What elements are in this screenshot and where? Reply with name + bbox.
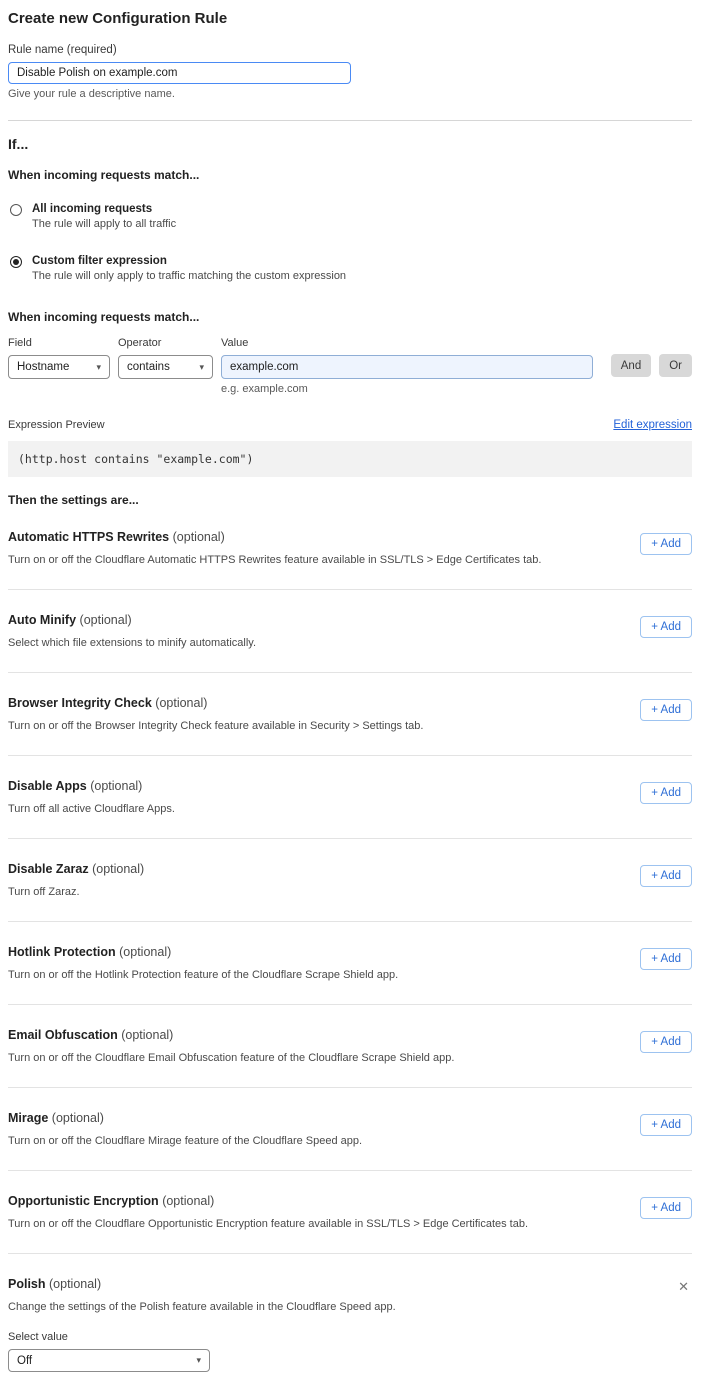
builder-heading: When incoming requests match... (8, 310, 692, 324)
chevron-down-icon: ▾ (196, 1355, 201, 1366)
then-settings-heading: Then the settings are... (8, 493, 692, 507)
setting-automatic-https-rewrites: Automatic HTTPS Rewrites (optional) Turn… (8, 507, 692, 590)
optional-tag: (optional) (121, 1028, 173, 1042)
add-button[interactable]: + Add (640, 699, 692, 721)
operator-select[interactable]: contains ▾ (118, 355, 213, 379)
setting-name: Disable Zaraz (8, 862, 89, 876)
operator-label: Operator (118, 337, 213, 349)
divider (8, 120, 692, 121)
setting-description: Turn on or off the Hotlink Protection fe… (8, 969, 692, 981)
expression-preview-label: Expression Preview (8, 419, 105, 431)
select-value-label: Select value (8, 1331, 692, 1343)
optional-tag: (optional) (173, 530, 225, 544)
create-configuration-rule-page: Create new Configuration Rule Rule name … (0, 0, 705, 1384)
add-button[interactable]: + Add (640, 865, 692, 887)
add-button[interactable]: + Add (640, 616, 692, 638)
radio-custom-filter-expression[interactable]: Custom filter expression The rule will o… (8, 255, 692, 282)
optional-tag: (optional) (155, 696, 207, 710)
setting-name: Hotlink Protection (8, 945, 116, 959)
setting-disable-zaraz: Disable Zaraz (optional) Turn off Zaraz.… (8, 839, 692, 922)
and-button[interactable]: And (611, 354, 651, 377)
optional-tag: (optional) (90, 779, 142, 793)
value-helper: e.g. example.com (221, 383, 593, 395)
operator-select-value: contains (127, 361, 170, 373)
optional-tag: (optional) (52, 1111, 104, 1125)
setting-description: Turn on or off the Cloudflare Email Obfu… (8, 1052, 692, 1064)
optional-tag: (optional) (119, 945, 171, 959)
radio-unselected-icon[interactable] (10, 204, 22, 216)
filter-builder-row: Field Hostname ▾ Operator contains ▾ Val… (8, 337, 692, 395)
radio-label: Custom filter expression (32, 255, 346, 267)
setting-disable-apps: Disable Apps (optional) Turn off all act… (8, 756, 692, 839)
setting-name: Polish (8, 1277, 46, 1291)
add-button[interactable]: + Add (640, 533, 692, 555)
setting-auto-minify: Auto Minify (optional) Select which file… (8, 590, 692, 673)
add-button[interactable]: + Add (640, 1031, 692, 1053)
add-button[interactable]: + Add (640, 1197, 692, 1219)
rule-name-input[interactable] (8, 62, 351, 84)
optional-tag: (optional) (49, 1277, 101, 1291)
chevron-down-icon: ▾ (199, 362, 204, 373)
value-label: Value (221, 337, 593, 349)
setting-description: Turn on or off the Cloudflare Opportunis… (8, 1218, 692, 1230)
radio-description: The rule will apply to all traffic (32, 218, 176, 230)
optional-tag: (optional) (80, 613, 132, 627)
setting-hotlink-protection: Hotlink Protection (optional) Turn on or… (8, 922, 692, 1005)
setting-name: Browser Integrity Check (8, 696, 152, 710)
page-title: Create new Configuration Rule (8, 10, 692, 27)
setting-description: Change the settings of the Polish featur… (8, 1301, 692, 1313)
field-select-value: Hostname (17, 361, 69, 373)
match-type-radio-group: All incoming requests The rule will appl… (8, 203, 692, 282)
close-icon[interactable]: ✕ (678, 1280, 689, 1293)
expression-code-block: (http.host contains "example.com") (8, 441, 692, 477)
polish-value-select[interactable]: Off ▾ (8, 1349, 210, 1372)
add-button[interactable]: + Add (640, 782, 692, 804)
or-button[interactable]: Or (659, 354, 692, 377)
add-button[interactable]: + Add (640, 948, 692, 970)
expression-preview-row: Expression Preview Edit expression (8, 419, 692, 431)
setting-description: Turn on or off the Cloudflare Mirage fea… (8, 1135, 692, 1147)
optional-tag: (optional) (92, 862, 144, 876)
if-heading: If... (8, 136, 692, 152)
setting-description: Turn off Zaraz. (8, 886, 692, 898)
rule-name-label: Rule name (required) (8, 44, 692, 56)
setting-mirage: Mirage (optional) Turn on or off the Clo… (8, 1088, 692, 1171)
setting-description: Turn on or off the Cloudflare Automatic … (8, 554, 692, 566)
optional-tag: (optional) (162, 1194, 214, 1208)
value-input[interactable] (221, 355, 593, 379)
radio-selected-icon[interactable] (10, 256, 22, 268)
setting-browser-integrity-check: Browser Integrity Check (optional) Turn … (8, 673, 692, 756)
setting-name: Auto Minify (8, 613, 76, 627)
radio-label: All incoming requests (32, 203, 176, 215)
field-label: Field (8, 337, 110, 349)
setting-email-obfuscation: Email Obfuscation (optional) Turn on or … (8, 1005, 692, 1088)
setting-name: Opportunistic Encryption (8, 1194, 159, 1208)
add-button[interactable]: + Add (640, 1114, 692, 1136)
setting-name: Automatic HTTPS Rewrites (8, 530, 169, 544)
setting-name: Email Obfuscation (8, 1028, 118, 1042)
setting-description: Select which file extensions to minify a… (8, 637, 692, 649)
match-heading: When incoming requests match... (8, 168, 692, 182)
setting-opportunistic-encryption: Opportunistic Encryption (optional) Turn… (8, 1171, 692, 1254)
field-select[interactable]: Hostname ▾ (8, 355, 110, 379)
setting-name: Disable Apps (8, 779, 87, 793)
chevron-down-icon: ▾ (96, 362, 101, 373)
polish-select-value: Off (17, 1355, 32, 1367)
setting-name: Mirage (8, 1111, 48, 1125)
setting-description: Turn off all active Cloudflare Apps. (8, 803, 692, 815)
rule-name-helper: Give your rule a descriptive name. (8, 88, 692, 100)
radio-description: The rule will only apply to traffic matc… (32, 270, 346, 282)
edit-expression-link[interactable]: Edit expression (613, 419, 692, 431)
setting-description: Turn on or off the Browser Integrity Che… (8, 720, 692, 732)
radio-all-incoming-requests[interactable]: All incoming requests The rule will appl… (8, 203, 692, 230)
